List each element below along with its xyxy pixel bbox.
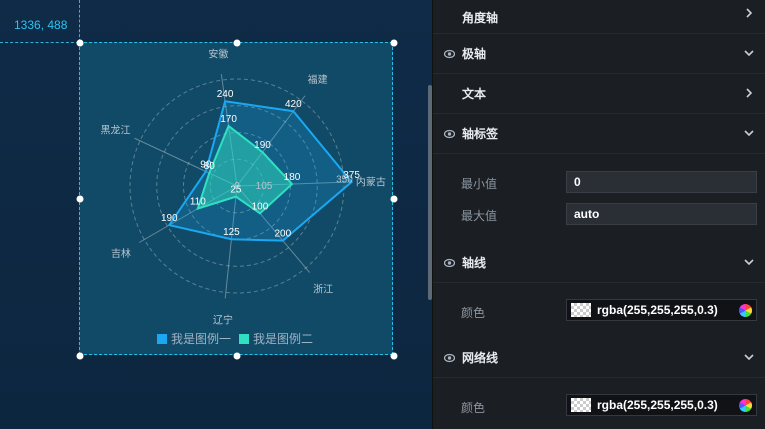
data-label: 190 — [254, 140, 271, 151]
indicator-label: 内蒙古 — [356, 175, 386, 188]
chart-legend[interactable]: 我是图例一 我是图例二 — [157, 330, 313, 347]
chevron-down-icon — [744, 354, 754, 361]
eye-icon[interactable] — [444, 49, 455, 59]
resize-handle-n[interactable] — [233, 39, 241, 47]
transparency-swatch — [571, 303, 591, 317]
data-label: 170 — [220, 114, 237, 125]
data-label: 190 — [161, 213, 178, 224]
legend-label-series-2: 我是图例二 — [253, 332, 314, 346]
chevron-down-icon — [744, 130, 754, 137]
max-value-label: 最大值 — [461, 209, 498, 223]
center-tick-label: 105 — [256, 181, 273, 192]
color-value: rgba(255,255,255,0.3) — [597, 303, 718, 317]
chevron-down-icon — [744, 50, 754, 57]
eye-icon[interactable] — [444, 129, 455, 139]
radar-chart-widget[interactable]: 240 420 375 200 125 190 90 170 190 180 100 25 110 80 安… — [76, 39, 398, 360]
data-label: 420 — [285, 99, 302, 110]
indicator-label: 吉林 — [111, 247, 131, 260]
legend-swatch-series-2 — [239, 333, 250, 344]
max-value-input[interactable]: auto — [566, 203, 757, 225]
resize-handle-ne[interactable] — [390, 39, 398, 47]
data-label: 80 — [204, 161, 216, 172]
section-angle-axis[interactable]: 角度轴 — [433, 0, 765, 34]
axis-max-label: 350 — [336, 175, 353, 186]
coordinate-readout: 1336, 488 — [14, 18, 68, 32]
section-axis-label[interactable]: 轴标签 — [433, 114, 765, 154]
data-label: 100 — [252, 201, 269, 212]
section-text[interactable]: 文本 — [433, 74, 765, 114]
min-value-input[interactable]: 0 — [566, 171, 757, 193]
color-wheel-icon[interactable] — [739, 304, 752, 317]
resize-handle-s[interactable] — [233, 352, 241, 360]
color-value: rgba(255,255,255,0.3) — [597, 398, 718, 412]
resize-handle-sw[interactable] — [76, 352, 84, 360]
section-title: 文本 — [462, 87, 487, 101]
axis-line-color-picker[interactable]: rgba(255,255,255,0.3) — [566, 299, 757, 321]
indicator-label: 福建 — [308, 73, 328, 86]
indicator-label: 安徽 — [208, 47, 228, 60]
center-tick-label: 0 — [234, 181, 240, 192]
data-label: 240 — [217, 89, 234, 100]
indicator-label: 辽宁 — [213, 313, 233, 326]
data-label: 180 — [284, 172, 301, 183]
section-title: 角度轴 — [462, 11, 499, 25]
chevron-right-icon — [746, 8, 753, 18]
guide-line-vertical — [79, 0, 80, 42]
section-title: 网络线 — [462, 351, 499, 365]
section-title: 轴线 — [462, 256, 487, 270]
guide-line-horizontal — [0, 42, 79, 43]
eye-icon[interactable] — [444, 258, 455, 268]
chevron-right-icon — [746, 88, 753, 98]
properties-panel: 角度轴 极轴 文本 轴标签 最小值 0 最大值 auto 轴线 颜色 rgba(… — [432, 0, 765, 429]
resize-handle-se[interactable] — [390, 352, 398, 360]
section-polar-axis[interactable]: 极轴 — [433, 34, 765, 74]
eye-icon[interactable] — [444, 353, 455, 363]
section-axis-line[interactable]: 轴线 — [433, 243, 765, 283]
section-grid-line[interactable]: 网络线 — [433, 338, 765, 378]
section-title: 轴标签 — [462, 127, 499, 141]
min-value-label: 最小值 — [461, 177, 498, 191]
chevron-down-icon — [744, 259, 754, 266]
grid-color-label: 颜色 — [461, 401, 486, 415]
axis-line-color-label: 颜色 — [461, 306, 486, 320]
indicator-label: 浙江 — [313, 284, 333, 296]
legend-label-series-1: 我是图例一 — [171, 332, 232, 346]
grid-color-picker[interactable]: rgba(255,255,255,0.3) — [566, 394, 757, 416]
legend-item-series-2[interactable]: 我是图例二 — [239, 330, 313, 347]
transparency-swatch — [571, 398, 591, 412]
design-canvas[interactable]: 1336, 488 240 420 375 200 125 190 90 170 190 180 1… — [0, 0, 432, 429]
section-title: 极轴 — [462, 47, 487, 61]
color-wheel-icon[interactable] — [739, 399, 752, 412]
legend-swatch-series-1 — [157, 333, 167, 344]
legend-item-series-1[interactable]: 我是图例一 — [157, 330, 231, 347]
resize-handle-e[interactable] — [390, 195, 398, 203]
radar-chart: 240420375200125190901701901801002511080安… — [101, 47, 386, 326]
data-label: 110 — [190, 197, 206, 208]
resize-handle-w[interactable] — [76, 195, 84, 203]
resize-handle-nw[interactable] — [76, 39, 84, 47]
data-label: 200 — [275, 229, 292, 240]
indicator-label: 黑龙江 — [101, 123, 131, 136]
data-label: 125 — [223, 227, 240, 238]
